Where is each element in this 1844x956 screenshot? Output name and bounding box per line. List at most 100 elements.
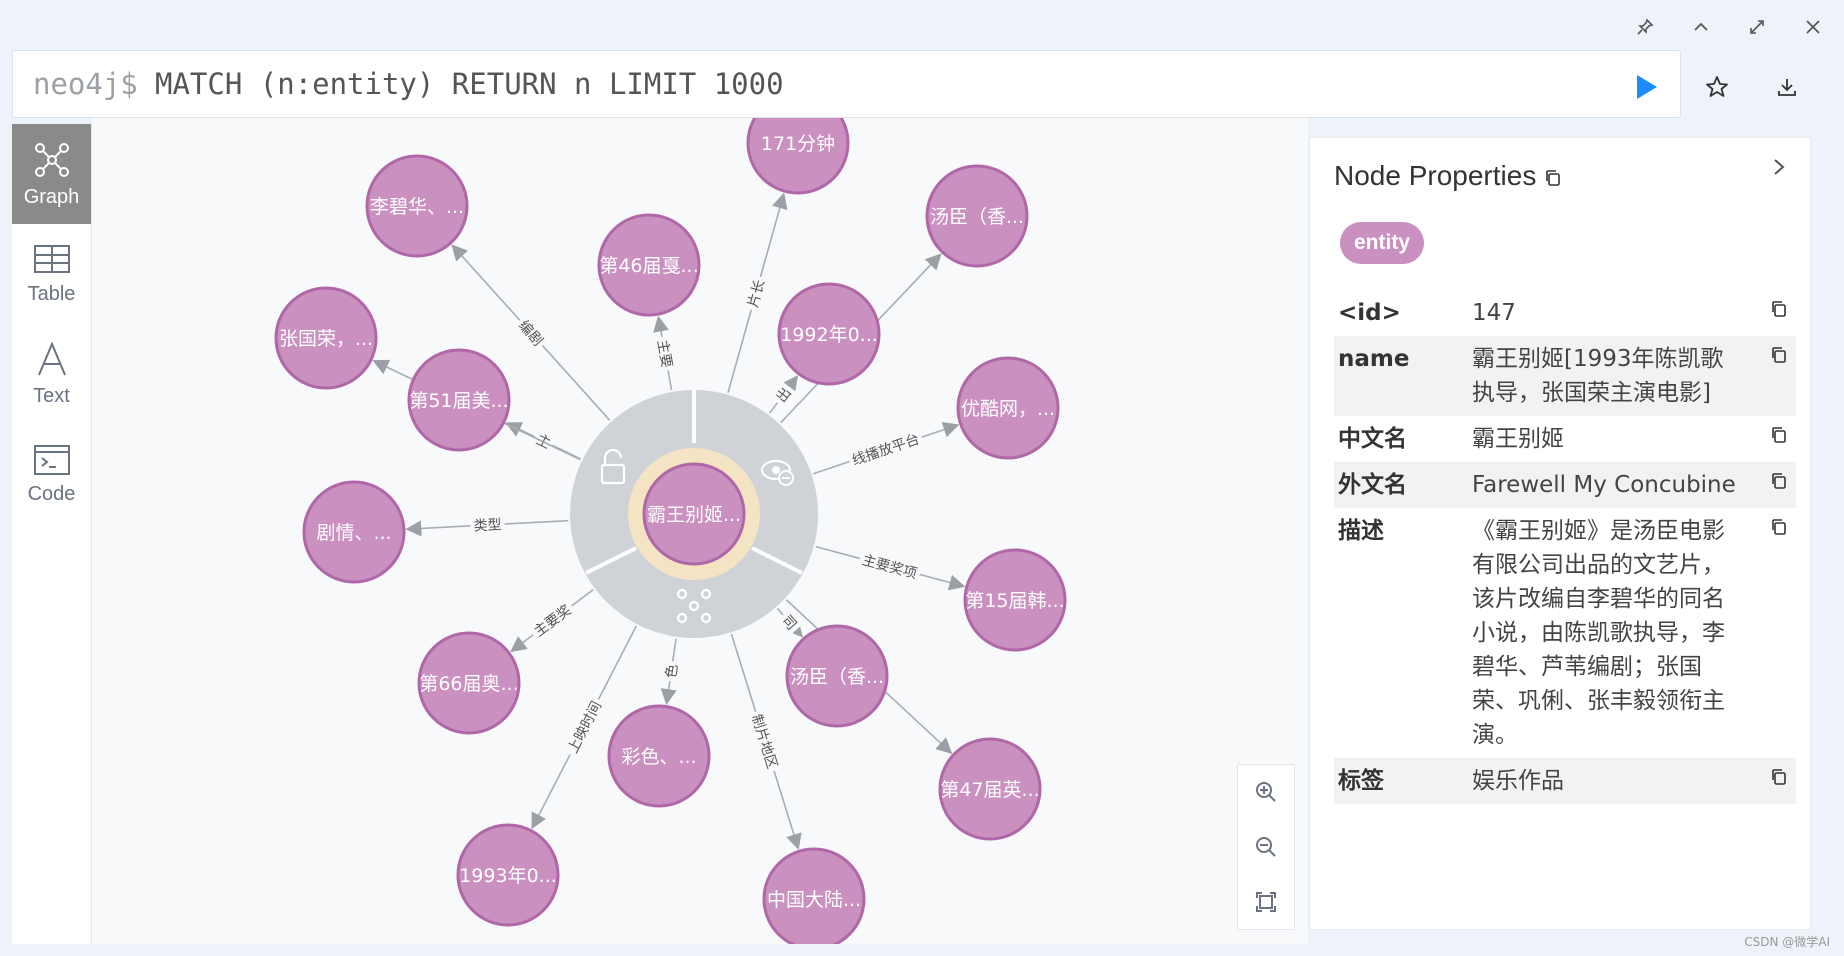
- graph-node[interactable]: 汤臣（香...: [785, 624, 889, 728]
- property-row: 外文名 Farewell My Concubine: [1334, 462, 1796, 508]
- node-label: 第47届英...: [940, 779, 1039, 801]
- property-key: <id>: [1338, 300, 1401, 326]
- node-label: 171分钟: [761, 133, 835, 155]
- relationship-label: 色: [662, 663, 681, 679]
- relationship-label: 线播放平台: [850, 431, 921, 469]
- zoom-controls: [1237, 764, 1295, 930]
- graph-visualization[interactable]: 片长出线播放平台主要奖项司制片地区色上映时间主要奖类型主编剧主要: [92, 118, 1308, 944]
- query-editor[interactable]: neo4j$ MATCH (n:entity) RETURN n LIMIT 1…: [12, 50, 1681, 118]
- copy-value-icon[interactable]: [1770, 426, 1788, 444]
- graph-node[interactable]: 彩色、...: [607, 704, 711, 808]
- node-label: 剧情、...: [316, 522, 391, 544]
- property-row: name 霸王别姬[1993年陈凯歌执导，张国荣主演电影]: [1334, 336, 1796, 416]
- props-title-text: Node Properties: [1334, 160, 1537, 191]
- node-label: 中国大陆...: [767, 889, 861, 911]
- code-icon: [33, 444, 70, 475]
- query-input[interactable]: MATCH (n:entity) RETURN n LIMIT 1000: [155, 67, 784, 101]
- sidebar-label-graph: Graph: [23, 185, 80, 208]
- graph-icon: [34, 142, 69, 177]
- download-icon: [1778, 79, 1796, 96]
- node-label: 汤臣（香...: [790, 666, 884, 688]
- sidebar-item-graph[interactable]: Graph: [12, 124, 91, 224]
- graph-node[interactable]: 张国荣，...: [274, 286, 378, 390]
- node-label: 1992年0...: [780, 324, 878, 346]
- copy-value-icon[interactable]: [1770, 472, 1788, 490]
- copy-value-icon[interactable]: [1770, 346, 1788, 364]
- node-label: 张国荣，...: [279, 328, 373, 350]
- graph-node[interactable]: 中国大陆...: [762, 847, 866, 944]
- chevron-up-icon[interactable]: [1688, 14, 1714, 40]
- node-label: 彩色、...: [621, 746, 696, 768]
- text-icon: [37, 340, 66, 375]
- props-title: Node Properties: [1334, 160, 1562, 192]
- graph-node[interactable]: 第66届奥...: [417, 631, 521, 735]
- property-key: 标签: [1338, 768, 1384, 794]
- fit-to-screen-button[interactable]: [1249, 885, 1283, 919]
- window-controls: [1632, 14, 1826, 40]
- sidebar-item-text[interactable]: Text: [12, 324, 91, 424]
- selected-node[interactable]: 霸王别姬...: [642, 462, 746, 566]
- relationship-label: 类型: [473, 517, 502, 534]
- relationship-label: 片长: [745, 278, 768, 309]
- graph-node[interactable]: 李碧华、...: [365, 154, 469, 258]
- pin-icon[interactable]: [1632, 14, 1658, 40]
- graph-node[interactable]: 1993年0...: [456, 823, 560, 927]
- zoom-out-button[interactable]: [1249, 830, 1283, 864]
- property-row: 标签 娱乐作品: [1334, 758, 1796, 804]
- graph-node[interactable]: 优酷网，...: [956, 356, 1060, 460]
- sidebar-item-table[interactable]: Table: [12, 224, 91, 324]
- copy-value-icon[interactable]: [1770, 518, 1788, 536]
- sidebar-label-text: Text: [33, 384, 70, 407]
- property-value: 霸王别姬[1993年陈凯歌执导，张国荣主演电影]: [1472, 346, 1724, 406]
- run-query-button[interactable]: [1626, 70, 1666, 104]
- property-row: 中文名 霸王别姬: [1334, 416, 1796, 462]
- graph-node[interactable]: 171分钟: [746, 118, 850, 195]
- graph-node[interactable]: 第47届英...: [938, 737, 1042, 841]
- properties-table: <id> 147 name 霸王别姬[1993年陈凯歌执导，张国荣主演电影] 中文名 霸王…: [1334, 290, 1796, 804]
- sidebar-item-code[interactable]: Code: [12, 424, 91, 524]
- property-value: 娱乐作品: [1472, 768, 1564, 794]
- play-icon: [1637, 75, 1657, 99]
- node-label: 第46届戛...: [599, 255, 698, 277]
- sidebar-label-table: Table: [27, 282, 76, 305]
- app-frame: neo4j$ MATCH (n:entity) RETURN n LIMIT 1…: [0, 0, 1844, 956]
- graph-node[interactable]: 第51届美...: [407, 348, 511, 452]
- view-sidebar: Graph Table Text Code: [12, 124, 92, 944]
- zoom-in-icon: [1256, 782, 1276, 803]
- close-icon[interactable]: [1800, 14, 1826, 40]
- property-value: 霸王别姬: [1472, 426, 1564, 452]
- property-key: name: [1338, 346, 1410, 372]
- node-label: 第15届韩...: [965, 590, 1064, 612]
- graph-canvas[interactable]: 片长出线播放平台主要奖项司制片地区色上映时间主要奖类型主编剧主要: [92, 118, 1308, 944]
- graph-node[interactable]: 第46届戛...: [597, 213, 701, 317]
- collapse-panel-button[interactable]: [1764, 152, 1794, 182]
- zoom-out-icon: [1256, 836, 1276, 857]
- property-row: <id> 147: [1334, 290, 1796, 336]
- node-label-badge[interactable]: entity: [1340, 222, 1425, 264]
- property-row: 描述 《霸王别姬》是汤臣电影有限公司出品的文艺片，该片改编自李碧华的同名小说，由陈…: [1334, 508, 1796, 758]
- watermark: CSDN @微学AI: [1744, 935, 1830, 949]
- property-value: Farewell My Concubine: [1472, 472, 1736, 498]
- node-label: 第51届美...: [409, 390, 508, 412]
- favorite-button[interactable]: [1700, 70, 1734, 104]
- fit-screen-icon: [1256, 891, 1276, 912]
- copy-value-icon[interactable]: [1770, 300, 1788, 318]
- sidebar-label-code: Code: [27, 482, 76, 505]
- zoom-in-button[interactable]: [1249, 775, 1283, 809]
- table-icon: [33, 244, 70, 273]
- node-layer: 171分钟汤臣（香... 1992年0... 优酷网，... 第15届韩... 汤臣（香…: [274, 118, 1067, 944]
- node-label: 优酷网，...: [961, 398, 1055, 420]
- download-button[interactable]: [1770, 70, 1804, 104]
- copy-value-icon[interactable]: [1770, 768, 1788, 786]
- graph-node[interactable]: 汤臣（香...: [925, 164, 1029, 268]
- graph-node[interactable]: 剧情、...: [302, 480, 406, 584]
- node-label: 第66届奥...: [419, 673, 518, 695]
- graph-node[interactable]: 1992年0...: [777, 282, 881, 386]
- expand-icon[interactable]: [1744, 14, 1770, 40]
- copy-icon[interactable]: [1544, 169, 1562, 187]
- property-key: 外文名: [1338, 472, 1407, 498]
- graph-node[interactable]: 第15届韩...: [963, 548, 1067, 652]
- node-circle[interactable]: [746, 118, 850, 195]
- property-value: 147: [1472, 300, 1516, 326]
- property-key: 中文名: [1338, 426, 1407, 452]
